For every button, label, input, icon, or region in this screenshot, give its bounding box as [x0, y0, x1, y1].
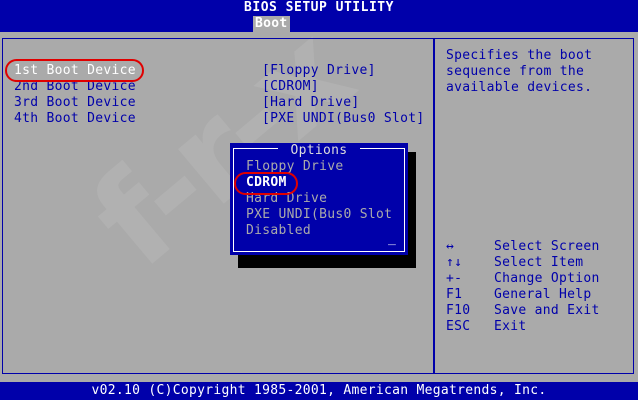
f10-key: F10 — [446, 303, 471, 318]
key-legend-row: ↑↓ Select Item — [446, 255, 583, 271]
key-action: Save and Exit — [494, 303, 600, 318]
boot-device-4-label[interactable]: 4th Boot Device — [14, 111, 136, 127]
app-title: BIOS SETUP UTILITY — [244, 0, 394, 15]
boot-device-4-value[interactable]: [PXE UNDI(Bus0 Slot] — [262, 111, 425, 127]
key-action: Select Screen — [494, 239, 600, 254]
options-popup-title: Options — [290, 143, 348, 158]
tab-boot[interactable]: Boot — [253, 16, 290, 32]
panel-divider — [433, 38, 435, 374]
key-action: General Help — [494, 287, 592, 302]
boot-device-3-label[interactable]: 3rd Boot Device — [14, 95, 136, 111]
help-line: sequence from the — [446, 64, 585, 79]
scroll-indicator: _ — [388, 231, 397, 246]
option-disabled[interactable]: Disabled — [246, 223, 311, 239]
arrows-ud-icon: ↑↓ — [446, 255, 463, 270]
key-legend-row: F10 Save and Exit — [446, 303, 600, 319]
key-legend-row: ↔ Select Screen — [446, 239, 600, 255]
help-line: available devices. — [446, 80, 593, 95]
boot-device-3-value[interactable]: [Hard Drive] — [262, 95, 360, 111]
key-legend-row: ESC Exit — [446, 319, 527, 335]
key-action: Select Item — [494, 255, 584, 270]
boot-device-2-value[interactable]: [CDROM] — [262, 79, 319, 95]
key-action: Exit — [494, 319, 527, 334]
help-line: Specifies the boot — [446, 48, 593, 63]
title-bar: BIOS SETUP UTILITY Boot — [0, 0, 638, 32]
f1-key: F1 — [446, 287, 463, 302]
copyright-footer: v02.10 (C)Copyright 1985-2001, American … — [0, 382, 638, 400]
options-popup: Options Floppy Drive CDROM Hard Drive PX… — [230, 143, 408, 255]
plus-minus-key: +- — [446, 271, 463, 286]
help-panel: Specifies the boot sequence from the ava… — [446, 48, 626, 96]
key-legend-row: F1 General Help — [446, 287, 592, 303]
option-pxe-undi[interactable]: PXE UNDI(Bus0 Slot — [246, 207, 392, 223]
annotation-circle-cdrom — [234, 172, 298, 195]
annotation-circle-boot-device — [5, 59, 144, 82]
arrows-lr-icon: ↔ — [446, 239, 455, 254]
boot-device-1-value[interactable]: [Floppy Drive] — [262, 63, 376, 79]
key-action: Change Option — [494, 271, 600, 286]
esc-key: ESC — [446, 319, 471, 334]
key-legend-row: +- Change Option — [446, 271, 600, 287]
